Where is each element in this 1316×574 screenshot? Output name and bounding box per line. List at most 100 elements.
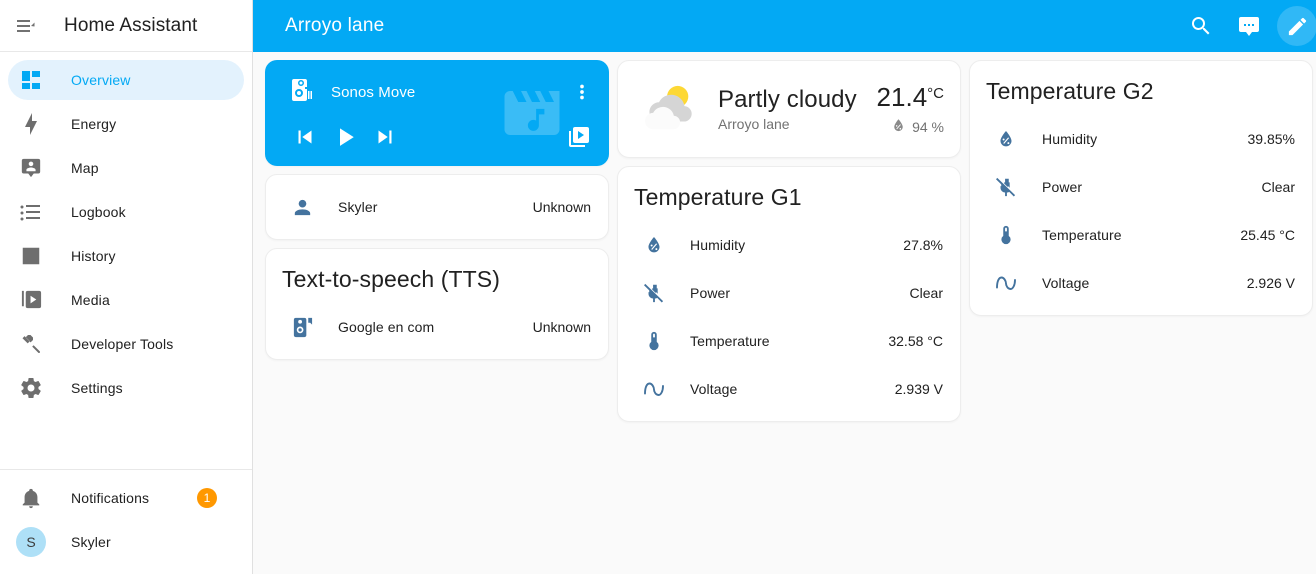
sidebar: Home Assistant Overview Energy Map Logbo… — [0, 0, 253, 574]
entity-row[interactable]: Temperature 32.58 °C — [618, 317, 960, 365]
media-player-card[interactable]: Sonos Move — [265, 60, 609, 166]
sidebar-title: Home Assistant — [64, 14, 198, 36]
app-root: Home Assistant Overview Energy Map Logbo… — [0, 0, 1316, 574]
media-player-controls — [265, 107, 609, 157]
page-title: Arroyo lane — [285, 15, 385, 36]
card-title: Text-to-speech (TTS) — [282, 266, 500, 292]
entity-value[interactable]: Clear — [910, 285, 944, 301]
card-title: Temperature G1 — [634, 184, 802, 210]
sidebar-item-label: Skyler — [71, 534, 111, 550]
weather-text: Partly cloudy Arroyo lane — [718, 86, 877, 132]
sidebar-header: Home Assistant — [0, 0, 252, 52]
entity-value[interactable]: Unknown — [533, 199, 592, 215]
entity-name: Temperature — [1042, 227, 1122, 243]
hammer-icon — [17, 330, 45, 358]
lightning-bolt-icon — [17, 110, 45, 138]
thermometer-icon — [634, 330, 674, 352]
entity-row[interactable]: Humidity 39.85% — [970, 115, 1312, 163]
water-percent-icon — [890, 117, 907, 137]
entity-value[interactable]: 2.926 V — [1247, 275, 1296, 291]
main-area: Arroyo lane Sonos Move Skyler Unknown Te… — [253, 0, 1316, 574]
entity-row[interactable]: Temperature 25.45 °C — [970, 211, 1312, 259]
entity-row[interactable]: Voltage 2.926 V — [970, 259, 1312, 307]
sidebar-item-overview[interactable]: Overview — [8, 60, 244, 100]
skip-next-icon[interactable] — [365, 117, 405, 157]
sidebar-item-label: Media — [71, 292, 110, 308]
sidebar-item-media[interactable]: Media — [8, 280, 244, 320]
sidebar-divider — [0, 469, 252, 470]
temperature-g1-card: Temperature G1 Humidity 27.8% Power Clea… — [617, 166, 961, 422]
sidebar-item-label: History — [71, 248, 116, 264]
assist-chat-icon[interactable] — [1229, 6, 1269, 46]
tts-card: Text-to-speech (TTS) Google en com Unkno… — [265, 248, 609, 360]
entity-row[interactable]: Power Clear — [618, 269, 960, 317]
weather-temperature: 21.4°C — [877, 82, 944, 113]
sidebar-nav: Overview Energy Map Logbook History Medi… — [0, 52, 252, 464]
sidebar-item-notifications[interactable]: Notifications 1 — [8, 478, 244, 518]
sidebar-item-settings[interactable]: Settings — [8, 368, 244, 408]
entity-name: Voltage — [1042, 275, 1090, 291]
partly-cloudy-icon — [634, 83, 706, 135]
skip-previous-icon[interactable] — [285, 117, 325, 157]
weather-readings: 21.4°C 94 % — [877, 82, 944, 137]
sidebar-bottom: Notifications 1 S Skyler — [0, 474, 252, 574]
weather-card[interactable]: Partly cloudy Arroyo lane 21.4°C 94 % — [617, 60, 961, 158]
sidebar-item-logbook[interactable]: Logbook — [8, 192, 244, 232]
water-percent-icon — [986, 128, 1026, 150]
sidebar-item-energy[interactable]: Energy — [8, 104, 244, 144]
browse-media-icon[interactable] — [559, 117, 599, 157]
play-icon[interactable] — [325, 117, 365, 157]
entity-name: Voltage — [690, 381, 738, 397]
entity-value[interactable]: 2.939 V — [895, 381, 944, 397]
entity-value[interactable]: Clear — [1262, 179, 1296, 195]
sidebar-item-history[interactable]: History — [8, 236, 244, 276]
entity-name: Power — [1042, 179, 1083, 195]
entity-value[interactable]: 27.8% — [903, 237, 944, 253]
menu-open-icon[interactable] — [0, 0, 52, 52]
cog-icon — [17, 374, 45, 402]
sidebar-item-map[interactable]: Map — [8, 148, 244, 188]
entity-value[interactable]: Unknown — [533, 319, 592, 335]
weather-state: Partly cloudy — [718, 86, 857, 113]
media-player-header: Sonos Move — [265, 60, 609, 107]
entity-row[interactable]: Skyler Unknown — [266, 183, 608, 231]
water-percent-icon — [634, 234, 674, 256]
weather-location: Arroyo lane — [718, 116, 790, 132]
search-icon[interactable] — [1181, 6, 1221, 46]
entity-name: Power — [690, 285, 731, 301]
sidebar-item-label: Notifications — [71, 490, 150, 506]
sidebar-item-user[interactable]: S Skyler — [8, 522, 244, 562]
sidebar-item-label: Developer Tools — [71, 336, 174, 352]
temperature-g2-card: Temperature G2 Humidity 39.85% Power Cle… — [969, 60, 1313, 316]
entity-value[interactable]: 32.58 °C — [888, 333, 944, 349]
format-list-bulleted-icon — [17, 198, 45, 226]
top-toolbar: Arroyo lane — [253, 0, 1316, 52]
sidebar-item-label: Settings — [71, 380, 123, 396]
sine-wave-icon — [634, 377, 674, 401]
weather-humidity-value: 94 % — [912, 118, 944, 135]
sidebar-item-developer-tools[interactable]: Developer Tools — [8, 324, 244, 364]
entity-name: Google en com — [338, 319, 435, 335]
dashboard-content: Sonos Move Skyler Unknown Text-to-speech… — [253, 52, 1316, 574]
notification-badge: 1 — [197, 488, 217, 508]
play-box-multiple-icon — [17, 286, 45, 314]
entity-row[interactable]: Power Clear — [970, 163, 1312, 211]
avatar: S — [16, 527, 46, 557]
speaker-icon — [289, 78, 313, 107]
thermometer-icon — [986, 224, 1026, 246]
pencil-icon[interactable] — [1277, 6, 1316, 46]
entity-row[interactable]: Voltage 2.939 V — [618, 365, 960, 413]
sine-wave-icon — [986, 271, 1026, 295]
entity-row[interactable]: Humidity 27.8% — [618, 221, 960, 269]
dots-vertical-icon[interactable] — [567, 77, 597, 107]
person-card: Skyler Unknown — [265, 174, 609, 240]
weather-humidity: 94 % — [877, 117, 944, 137]
dashboard-column-3: Temperature G2 Humidity 39.85% Power Cle… — [965, 60, 1316, 324]
entity-name: Temperature — [690, 333, 770, 349]
power-plug-off-icon — [634, 282, 674, 304]
sidebar-item-label: Logbook — [71, 204, 126, 220]
entity-row[interactable]: Google en com Unknown — [266, 303, 608, 351]
map-marker-account-icon — [17, 154, 45, 182]
entity-value[interactable]: 25.45 °C — [1240, 227, 1296, 243]
entity-value[interactable]: 39.85% — [1248, 131, 1296, 147]
